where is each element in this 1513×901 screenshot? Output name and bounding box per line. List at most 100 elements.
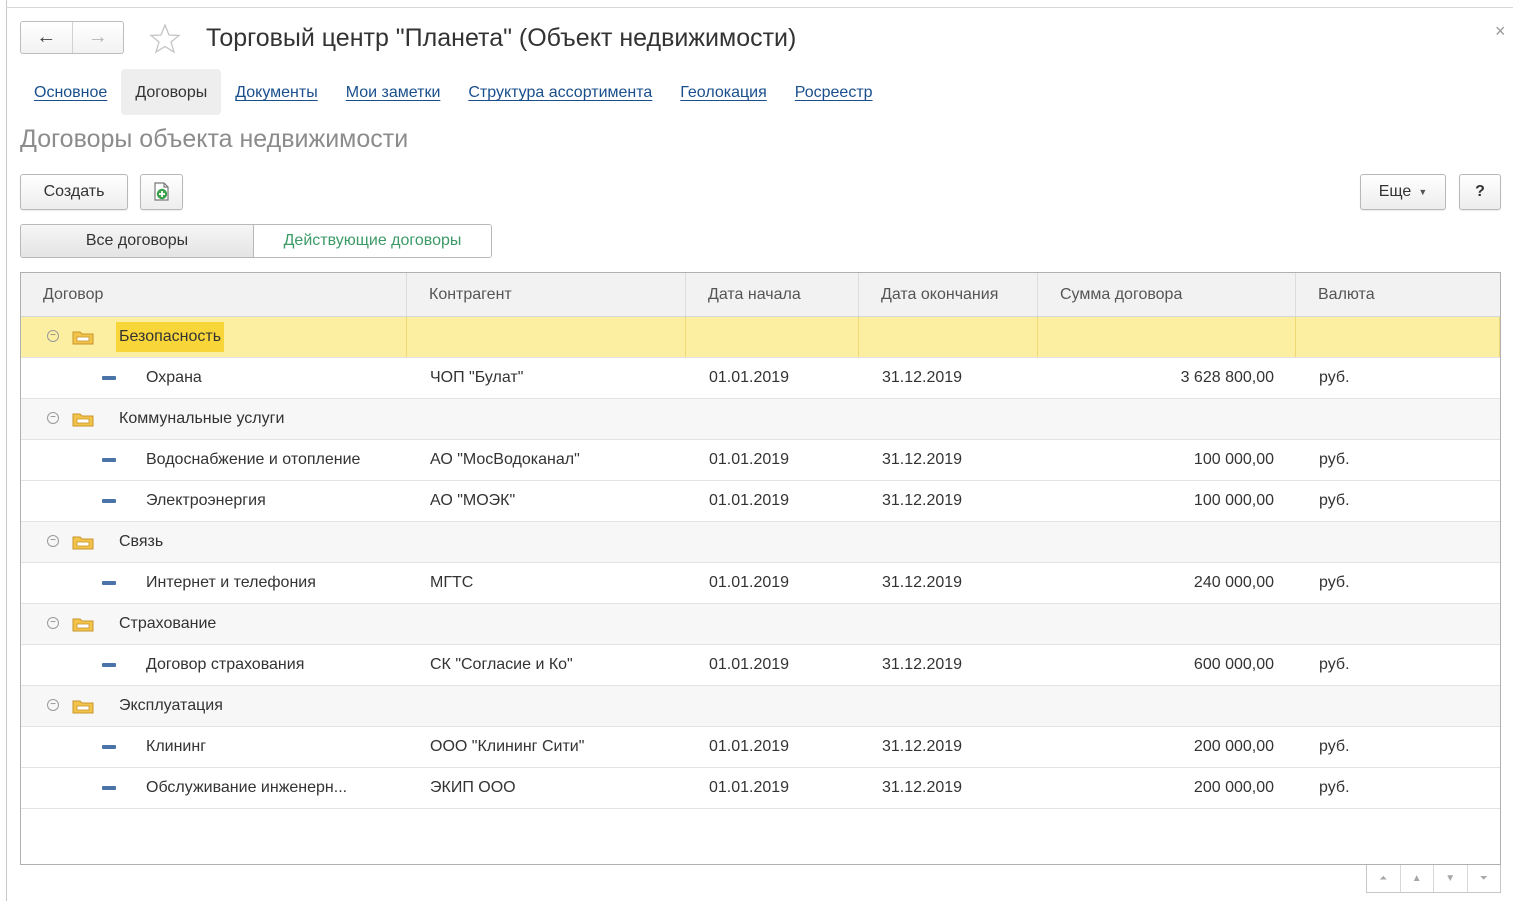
currency-cell: руб. xyxy=(1319,369,1350,386)
scroll-to-top-button[interactable]: ⏶ xyxy=(1367,865,1401,892)
currency-cell: руб. xyxy=(1319,738,1350,755)
back-button[interactable]: ← xyxy=(21,22,73,53)
item-dash-icon xyxy=(102,458,116,462)
add-file-button[interactable] xyxy=(140,174,183,210)
help-button[interactable]: ? xyxy=(1459,174,1501,210)
tab-main[interactable]: Основное xyxy=(20,69,121,115)
folder-icon xyxy=(72,618,94,632)
selected-row-cell xyxy=(407,317,686,357)
more-button-label: Еще xyxy=(1378,183,1412,200)
filter-all-contracts[interactable]: Все договоры xyxy=(21,225,254,257)
table-row[interactable]: Обслуживание инженерн... ЭКИП ООО 01.01.20… xyxy=(21,768,1500,809)
filter-active-contracts[interactable]: Действующие договоры xyxy=(254,225,491,257)
start-date-cell: 01.01.2019 xyxy=(709,369,790,386)
arrow-left-icon: ← xyxy=(36,26,57,48)
start-date-cell: 01.01.2019 xyxy=(709,656,790,673)
counterparty-cell: ЭКИП ООО xyxy=(430,779,516,796)
amount-cell: 100 000,00 xyxy=(1193,492,1274,509)
contract-name: Обслуживание инженерн... xyxy=(146,779,348,796)
table-row[interactable]: Интернет и телефония МГТС 01.01.2019 31.12.… xyxy=(21,563,1500,604)
item-dash-icon xyxy=(102,376,116,380)
table-row[interactable]: Электроэнергия АО "МОЭК" 01.01.2019 31.12.2… xyxy=(21,481,1500,522)
item-dash-icon xyxy=(102,663,116,667)
contract-name: Интернет и телефония xyxy=(146,574,316,591)
collapse-icon[interactable]: − xyxy=(47,330,59,342)
table-pager: ⏶ ▲ ▼ ⏷ xyxy=(1366,865,1501,893)
column-header-counterparty[interactable]: Контрагент xyxy=(407,273,686,316)
column-header-start-date[interactable]: Дата начала xyxy=(686,273,859,316)
column-header-contract[interactable]: Договор xyxy=(21,273,407,316)
scroll-to-bottom-button[interactable]: ⏷ xyxy=(1468,865,1501,892)
tab-documents[interactable]: Документы xyxy=(221,69,331,115)
tab-bar: Основное Договоры Документы Мои заметки … xyxy=(20,69,887,115)
table-row[interactable]: Клининг ООО "Клининг Сити" 01.01.2019 31.12… xyxy=(21,727,1500,768)
contract-name: Охрана xyxy=(146,369,202,386)
table-group-row[interactable]: − Коммунальные услуги xyxy=(21,399,1500,440)
amount-cell: 100 000,00 xyxy=(1193,451,1274,468)
more-button[interactable]: Еще ▼ xyxy=(1360,174,1446,210)
group-name: Связь xyxy=(119,533,164,550)
forward-button[interactable]: → xyxy=(73,22,124,53)
item-dash-icon xyxy=(102,581,116,585)
counterparty-cell: АО "МосВодоканал" xyxy=(430,451,580,468)
add-file-icon xyxy=(153,182,169,201)
amount-cell: 600 000,00 xyxy=(1193,656,1274,673)
tab-geolocation[interactable]: Геолокация xyxy=(666,69,780,115)
contract-name: Электроэнергия xyxy=(146,492,266,509)
start-date-cell: 01.01.2019 xyxy=(709,451,790,468)
scroll-up-button[interactable]: ▲ xyxy=(1401,865,1434,892)
item-dash-icon xyxy=(102,499,116,503)
table-group-row[interactable]: − Безопасность xyxy=(21,317,1500,358)
currency-cell: руб. xyxy=(1319,779,1350,796)
tab-rosreestr[interactable]: Росреестр xyxy=(781,69,887,115)
table-group-row[interactable]: − Связь xyxy=(21,522,1500,563)
table-row[interactable]: Охрана ЧОП "Булат" 01.01.2019 31.12.2019 3 6… xyxy=(21,358,1500,399)
window-left-border xyxy=(6,0,7,901)
selected-row-cell xyxy=(859,317,1038,357)
tab-assortment[interactable]: Структура ассортимента xyxy=(454,69,666,115)
tab-contracts[interactable]: Договоры xyxy=(121,69,222,115)
table-row[interactable]: Водоснабжение и отопление АО "МосВодокана… xyxy=(21,440,1500,481)
item-dash-icon xyxy=(102,786,116,790)
star-icon[interactable] xyxy=(148,22,182,56)
currency-cell: руб. xyxy=(1319,656,1350,673)
table-header: Договор Контрагент Дата начала Дата окон… xyxy=(21,273,1500,317)
table-row[interactable]: Договор страхования СК "Согласие и Ко" 01.… xyxy=(21,645,1500,686)
scroll-down-button[interactable]: ▼ xyxy=(1434,865,1468,892)
selected-row-cell xyxy=(1038,317,1296,357)
start-date-cell: 01.01.2019 xyxy=(709,738,790,755)
column-header-currency[interactable]: Валюта xyxy=(1296,273,1500,316)
table-group-row[interactable]: − Страхование xyxy=(21,604,1500,645)
chevron-down-icon: ▼ xyxy=(1418,187,1428,197)
create-button[interactable]: Создать xyxy=(20,174,128,210)
folder-icon xyxy=(72,331,94,345)
folder-icon xyxy=(72,700,94,714)
item-dash-icon xyxy=(102,745,116,749)
end-date-cell: 31.12.2019 xyxy=(882,656,963,673)
collapse-icon[interactable]: − xyxy=(47,535,59,547)
amount-cell: 240 000,00 xyxy=(1193,574,1274,591)
folder-icon xyxy=(72,413,94,427)
collapse-icon[interactable]: − xyxy=(47,699,59,711)
counterparty-cell: АО "МОЭК" xyxy=(430,492,516,509)
column-header-amount[interactable]: Сумма договора xyxy=(1038,273,1296,316)
column-header-end-date[interactable]: Дата окончания xyxy=(859,273,1038,316)
navigation-buttons: ← → xyxy=(20,21,124,54)
close-icon[interactable]: × xyxy=(1495,22,1506,40)
contract-name: Водоснабжение и отопление xyxy=(146,451,361,468)
start-date-cell: 01.01.2019 xyxy=(709,779,790,796)
end-date-cell: 31.12.2019 xyxy=(882,492,963,509)
end-date-cell: 31.12.2019 xyxy=(882,451,963,468)
currency-cell: руб. xyxy=(1319,574,1350,591)
table-group-row[interactable]: − Эксплуатация xyxy=(21,686,1500,727)
amount-cell: 3 628 800,00 xyxy=(1180,369,1274,386)
collapse-icon[interactable]: − xyxy=(47,617,59,629)
counterparty-cell: ЧОП "Булат" xyxy=(430,369,524,386)
collapse-icon[interactable]: − xyxy=(47,412,59,424)
end-date-cell: 31.12.2019 xyxy=(882,779,963,796)
counterparty-cell: СК "Согласие и Ко" xyxy=(430,656,573,673)
selected-row-cell xyxy=(686,317,859,357)
group-name: Безопасность xyxy=(116,322,225,352)
tab-notes[interactable]: Мои заметки xyxy=(332,69,455,115)
amount-cell: 200 000,00 xyxy=(1193,779,1274,796)
